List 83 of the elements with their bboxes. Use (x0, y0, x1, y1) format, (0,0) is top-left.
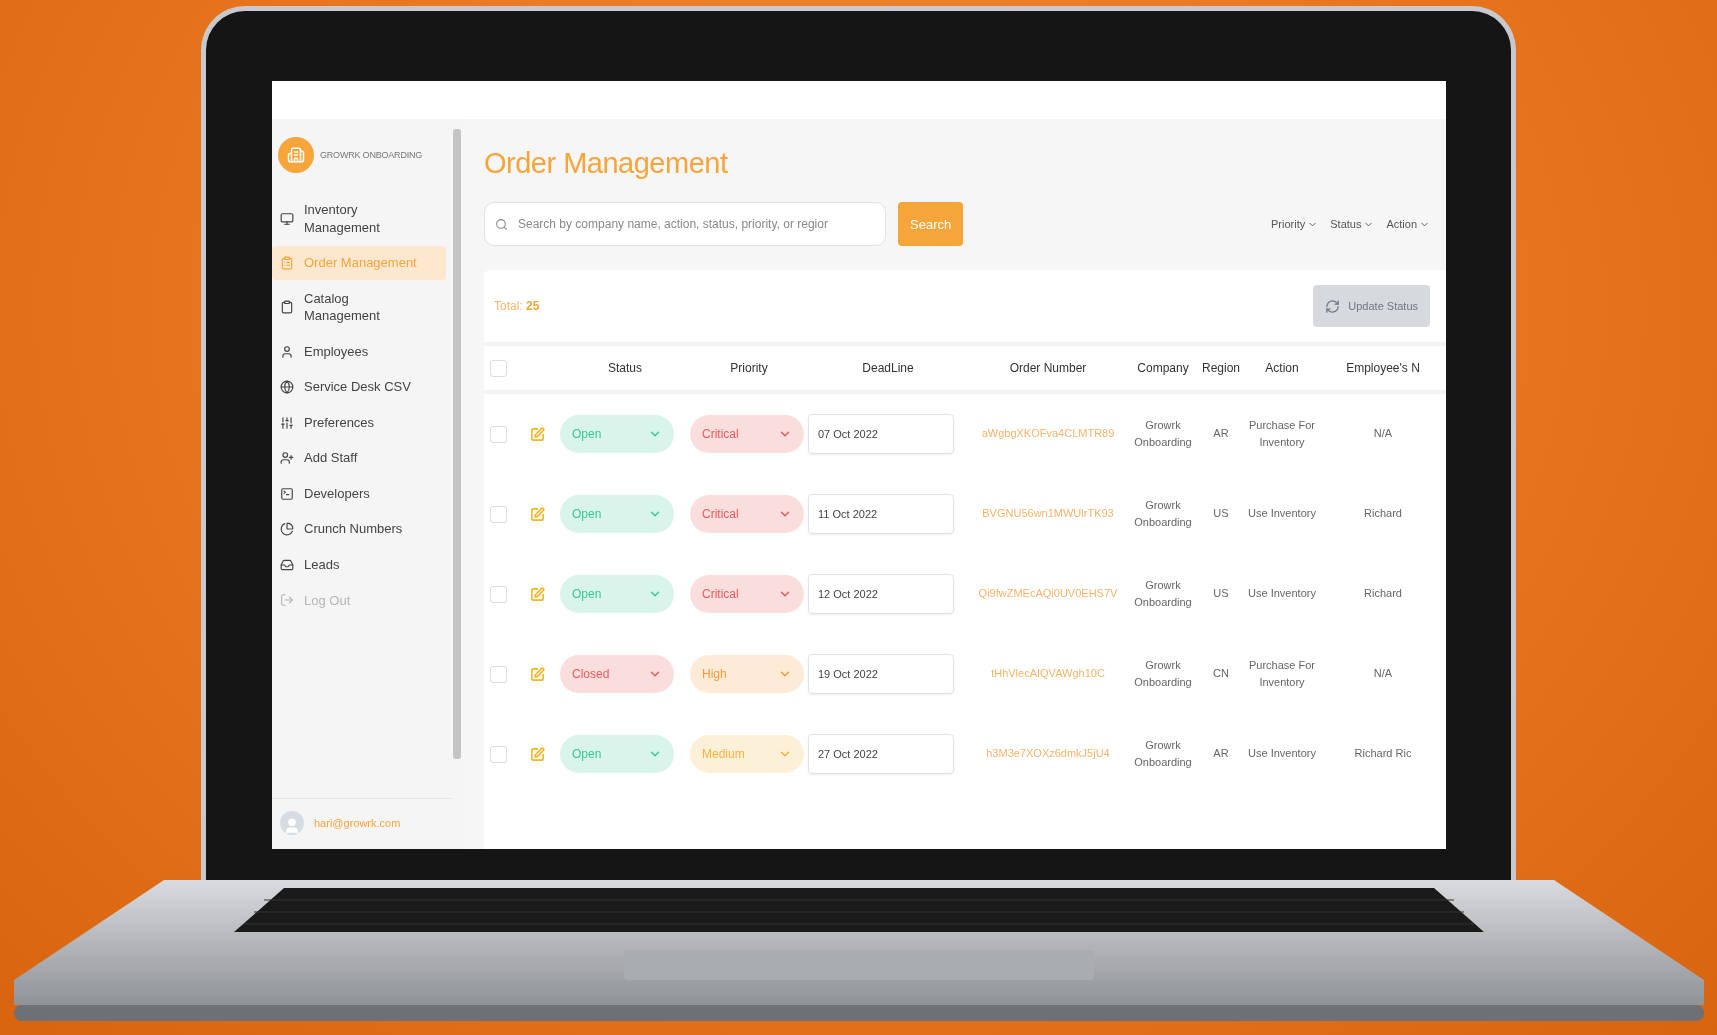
table-cell-text: Growrk Onboarding (1133, 657, 1193, 690)
order-number: Qi9fwZMEcAQi0UV0EHS7V (977, 586, 1119, 602)
table-cell-text: Use Inventory (1247, 586, 1317, 602)
search-input[interactable]: Search by company name, action, status, priority, or regior (516, 216, 875, 232)
date-field[interactable]: 19 Oct 2022 (808, 654, 954, 694)
sidebar-item[interactable]: Developers (272, 476, 446, 511)
search-icon (495, 217, 508, 231)
filter-dropdown[interactable]: Status (1330, 218, 1375, 230)
add-person-icon (280, 451, 294, 466)
table-cell-text: AR (1212, 426, 1230, 442)
table-cell-text: Growrk Onboarding (1133, 417, 1193, 450)
checkbox[interactable] (490, 425, 507, 443)
table-cell-text: Purchase For Inventory (1248, 417, 1316, 450)
monitor-icon (280, 211, 294, 226)
sidebar-item[interactable]: Service Desk CSV (272, 370, 446, 404)
table-cell-text: Richard (1363, 506, 1403, 522)
checkbox[interactable] (490, 359, 507, 377)
edit-icon[interactable] (530, 666, 545, 682)
column-header: Employee's N (1345, 361, 1421, 375)
date-field[interactable]: 11 Oct 2022 (808, 494, 954, 534)
refresh-icon (1325, 298, 1341, 314)
sidebar-item[interactable]: Preferences (272, 405, 446, 440)
sidebar-item[interactable]: Employees (272, 334, 446, 369)
order-number: h3M3e7XOXz6dmkJ5jU4 (985, 746, 1111, 762)
order-number: tHhVlecAIQVAWgh10C (990, 666, 1106, 682)
table-cell-text: Purchase For Inventory (1248, 657, 1316, 690)
clipboard-icon (280, 300, 294, 315)
sidebar-item[interactable]: Leads (272, 548, 446, 582)
column-header: Region (1201, 361, 1241, 375)
filter-dropdown[interactable]: Priority (1271, 218, 1319, 230)
pie-chart-icon (280, 522, 294, 537)
order-number: aWgbgXKOFva4CLMTR89 (980, 426, 1116, 442)
total-count: Total: 25 (494, 299, 540, 313)
filter-dropdown[interactable]: Action (1386, 218, 1430, 230)
table-cell-text: Growrk Onboarding (1133, 737, 1193, 770)
date-field[interactable]: 07 Oct 2022 (808, 414, 954, 454)
table-cell-text: AR (1212, 746, 1230, 762)
table-cell-text: Richard (1363, 586, 1403, 602)
edit-icon[interactable] (530, 586, 545, 602)
table-cell-text: Growrk Onboarding (1133, 577, 1193, 610)
order-number: BVGNU56wn1MWUlrTK93 (981, 506, 1115, 522)
sidebar-item[interactable]: Inventory Management (272, 193, 446, 245)
checkbox[interactable] (490, 585, 507, 603)
table-cell-text: N/A (1372, 666, 1394, 682)
globe-icon (280, 380, 294, 395)
sidebar-item[interactable]: Add Staff (272, 441, 446, 475)
column-header: DeadLine (861, 361, 915, 375)
scrollbar[interactable] (453, 129, 461, 759)
column-header: Order Number (1008, 361, 1088, 375)
logout-icon (280, 593, 294, 608)
edit-icon[interactable] (530, 746, 545, 762)
column-header: Priority (729, 361, 769, 375)
table-cell-text: US (1212, 506, 1230, 522)
table-cell-text: US (1212, 586, 1230, 602)
table-cell-text: Richard Ric (1353, 746, 1413, 762)
sidebar-item[interactable]: Crunch Numbers (272, 512, 446, 546)
column-header: Action (1264, 361, 1300, 375)
date-field[interactable]: 27 Oct 2022 (808, 734, 954, 774)
person-icon (280, 344, 294, 359)
logo-icon (278, 137, 314, 173)
inbox-icon (280, 557, 294, 572)
page-title: Order Management (484, 147, 729, 180)
terminal-icon (280, 486, 294, 501)
checkbox[interactable] (490, 745, 507, 763)
checkbox[interactable] (490, 665, 507, 683)
date-field[interactable]: 12 Oct 2022 (808, 574, 954, 614)
avatar-icon (280, 811, 304, 835)
edit-icon[interactable] (530, 506, 545, 522)
clipboard-icon (280, 255, 294, 270)
column-header: Company (1136, 361, 1190, 375)
user-email: hari@growrk.com (314, 817, 401, 829)
column-header: Status (607, 361, 643, 375)
sliders-icon (280, 415, 294, 430)
sidebar-item[interactable]: Catalog Management (272, 281, 446, 333)
edit-icon[interactable] (530, 426, 545, 442)
table-cell-text: CN (1212, 666, 1230, 682)
table-cell-text: Use Inventory (1247, 506, 1317, 522)
checkbox[interactable] (490, 505, 507, 523)
table-cell-text: N/A (1372, 426, 1394, 442)
table-cell-text: Growrk Onboarding (1133, 497, 1193, 530)
table-cell-text: Use Inventory (1247, 746, 1317, 762)
logo-text: GROWRK ONBOARDING (320, 150, 423, 160)
search-field[interactable]: Search by company name, action, status, priority, or regior (484, 202, 886, 246)
